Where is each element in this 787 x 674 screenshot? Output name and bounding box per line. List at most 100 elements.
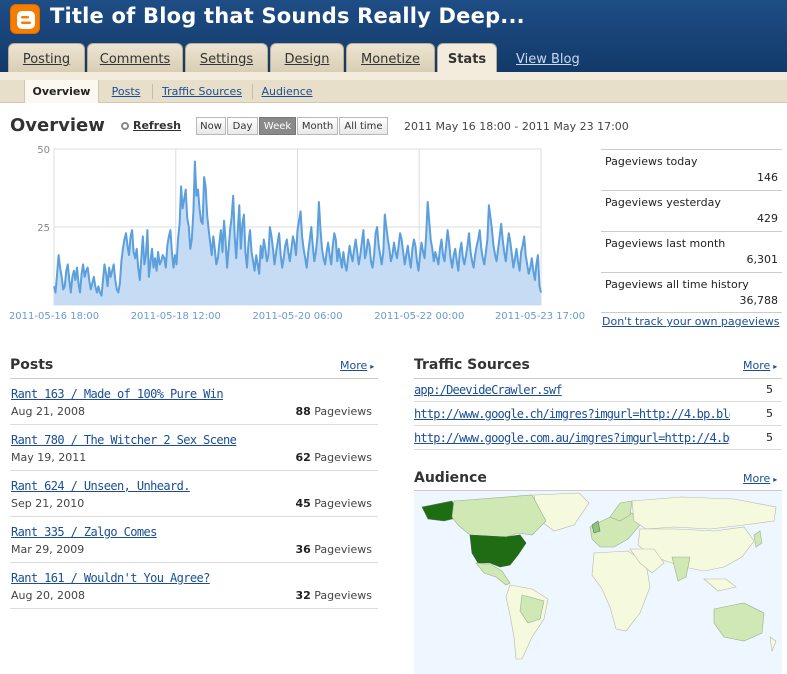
dont-track-link[interactable]: Don't track your own pageviews bbox=[602, 315, 779, 328]
stat-value: 6,301 bbox=[746, 253, 779, 266]
subtab-overview[interactable]: Overview bbox=[24, 80, 99, 103]
post-views-count: 88 bbox=[295, 405, 311, 418]
y-tick-label: 50 bbox=[37, 145, 50, 156]
traffic-source-count: 5 bbox=[766, 383, 773, 396]
post-date: May 19, 2011 bbox=[11, 451, 87, 464]
post-views: 32 Pageviews bbox=[295, 589, 372, 602]
refresh-button[interactable]: Refresh bbox=[121, 119, 181, 132]
post-views-count: 45 bbox=[295, 497, 311, 510]
range-now-button[interactable]: Now bbox=[196, 117, 226, 135]
traffic-sources-title: Traffic Sources bbox=[414, 357, 530, 373]
tab-strip bbox=[0, 72, 787, 80]
tab-posting[interactable]: Posting bbox=[8, 43, 85, 72]
stat-label: Pageviews today bbox=[605, 155, 698, 168]
tab-settings[interactable]: Settings bbox=[185, 43, 268, 72]
stat-yesterday: Pageviews yesterday 429 bbox=[601, 190, 782, 231]
arrow-right-icon: ▸ bbox=[370, 362, 375, 371]
subtab-posts[interactable]: Posts bbox=[103, 80, 149, 103]
post-views-count: 36 bbox=[295, 543, 311, 556]
map-india bbox=[671, 556, 691, 582]
more-label: More bbox=[743, 359, 771, 372]
traffic-source-row: http://www.google.ch/imgres?imgurl=http:… bbox=[414, 403, 782, 426]
post-title-link[interactable]: Rant 624 / Unseen, Unheard. bbox=[11, 479, 190, 493]
y-tick-label: 25 bbox=[37, 223, 50, 234]
map-australia bbox=[713, 602, 765, 642]
x-tick-label: 2011-05-20 06:00 bbox=[252, 311, 342, 322]
post-title-link[interactable]: Rant 335 / Zalgo Comes bbox=[11, 525, 157, 539]
stat-label: Pageviews last month bbox=[605, 237, 726, 250]
map-southeast-asia bbox=[703, 578, 737, 592]
traffic-source-link[interactable]: http://www.google.ch/imgres?imgurl=http:… bbox=[414, 407, 730, 421]
sub-navigation: Overview Posts Traffic Sources Audience bbox=[0, 80, 787, 103]
overview-title: Overview bbox=[10, 115, 105, 136]
x-tick-label: 2011-05-22 00:00 bbox=[374, 311, 464, 322]
post-views: 36 Pageviews bbox=[295, 543, 372, 556]
refresh-label: Refresh bbox=[133, 119, 181, 132]
traffic-source-row: http://www.google.com.au/imgres?imgurl=h… bbox=[414, 427, 782, 450]
traffic-source-link[interactable]: app:/DeevideCrawler.swf bbox=[414, 383, 730, 397]
map-russia bbox=[631, 496, 777, 530]
map-usa bbox=[469, 534, 527, 568]
post-title-link[interactable]: Rant 780 / The Witcher 2 Sex Scene bbox=[11, 433, 237, 447]
range-alltime-button[interactable]: All time bbox=[339, 117, 388, 135]
traffic-source-link[interactable]: http://www.google.com.au/imgres?imgurl=h… bbox=[414, 431, 730, 445]
post-views: 45 Pageviews bbox=[295, 497, 372, 510]
stat-label: Pageviews yesterday bbox=[605, 196, 721, 209]
traffic-source-count: 5 bbox=[766, 407, 773, 420]
post-views-label: Pageviews bbox=[314, 589, 372, 602]
stat-all-time: Pageviews all time history 36,788 bbox=[601, 272, 782, 313]
map-greenland bbox=[533, 492, 590, 532]
traffic-more-link[interactable]: More ▸ bbox=[743, 359, 777, 372]
range-day-button[interactable]: Day bbox=[227, 117, 258, 135]
post-views-label: Pageviews bbox=[314, 451, 372, 464]
post-views-count: 62 bbox=[295, 451, 311, 464]
map-canada bbox=[451, 494, 547, 538]
post-item: Rant 780 / The Witcher 2 Sex Scene May 1… bbox=[10, 425, 378, 471]
tab-stats[interactable]: Stats bbox=[437, 43, 497, 73]
x-tick-label: 2011-05-16 18:00 bbox=[9, 311, 99, 322]
post-views-label: Pageviews bbox=[314, 405, 372, 418]
audience-title: Audience bbox=[414, 470, 487, 486]
post-views-label: Pageviews bbox=[314, 497, 372, 510]
post-title-link[interactable]: Rant 161 / Wouldn't You Agree? bbox=[11, 571, 210, 585]
x-tick-label: 2011-05-18 12:00 bbox=[131, 311, 221, 322]
subtab-audience[interactable]: Audience bbox=[258, 80, 316, 103]
subtab-divider bbox=[252, 84, 253, 99]
post-date: Sep 21, 2010 bbox=[11, 497, 85, 510]
stat-value: 36,788 bbox=[739, 294, 779, 307]
tab-monetize[interactable]: Monetize bbox=[346, 43, 435, 72]
blog-title: Title of Blog that Sounds Really Deep... bbox=[50, 4, 525, 28]
posts-more-link[interactable]: More ▸ bbox=[340, 359, 374, 372]
post-views: 88 Pageviews bbox=[295, 405, 372, 418]
post-date: Mar 29, 2009 bbox=[11, 543, 85, 556]
pageviews-chart: 25 50 2011-05-16 18:00 2011-05-18 12:00 2011… bbox=[9, 145, 585, 322]
post-item: Rant 335 / Zalgo Comes Mar 29, 2009 36 P… bbox=[10, 517, 378, 563]
date-range: 2011 May 16 18:00 - 2011 May 23 17:00 bbox=[404, 120, 629, 133]
stat-value: 146 bbox=[757, 171, 778, 184]
post-item: Rant 161 / Wouldn't You Agree? Aug 20, 2… bbox=[10, 563, 378, 609]
range-month-button[interactable]: Month bbox=[297, 117, 338, 135]
audience-more-link[interactable]: More ▸ bbox=[743, 472, 777, 485]
map-japan bbox=[753, 530, 763, 548]
stat-today: Pageviews today 146 bbox=[601, 149, 782, 190]
post-title-link[interactable]: Rant 163 / Made of 100% Pure Win bbox=[11, 387, 224, 401]
tab-comments[interactable]: Comments bbox=[87, 43, 183, 72]
audience-world-map[interactable] bbox=[414, 491, 782, 674]
arrow-right-icon: ▸ bbox=[773, 475, 778, 484]
post-views-count: 32 bbox=[295, 589, 311, 602]
subtab-traffic-sources[interactable]: Traffic Sources bbox=[156, 80, 248, 103]
map-new-zealand bbox=[769, 636, 777, 653]
stat-last-month: Pageviews last month 6,301 bbox=[601, 231, 782, 272]
more-label: More bbox=[340, 359, 368, 372]
post-date: Aug 21, 2008 bbox=[11, 405, 85, 418]
post-item: Rant 163 / Made of 100% Pure Win Aug 21,… bbox=[10, 379, 378, 425]
subtab-divider bbox=[152, 84, 153, 99]
range-week-button[interactable]: Week bbox=[259, 117, 296, 135]
stat-label: Pageviews all time history bbox=[605, 278, 749, 291]
post-views-label: Pageviews bbox=[314, 543, 372, 556]
blogger-logo-icon[interactable] bbox=[10, 4, 40, 34]
tab-design[interactable]: Design bbox=[270, 43, 344, 72]
view-blog-link[interactable]: View Blog bbox=[516, 52, 580, 67]
header: Title of Blog that Sounds Really Deep...… bbox=[0, 0, 787, 73]
x-tick-label: 2011-05-23 17:00 bbox=[495, 311, 585, 322]
